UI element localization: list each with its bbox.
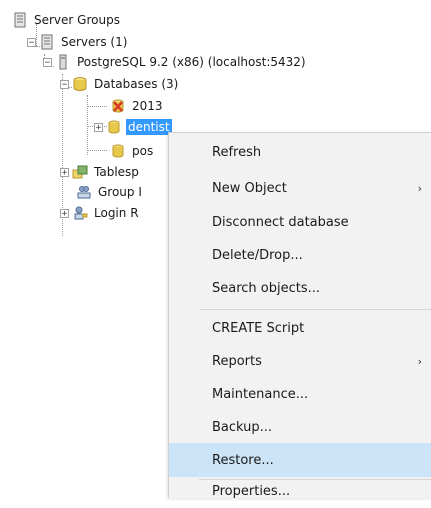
database-icon (110, 143, 126, 159)
server-group-icon (39, 34, 55, 50)
menu-label-maintenance: Maintenance... (212, 386, 309, 402)
menu-item-create-script[interactable]: CREATE Script (169, 311, 431, 345)
menu-item-refresh[interactable]: Refresh (169, 135, 431, 169)
server-icon (55, 54, 71, 70)
menu-label-disconnect-database: Disconnect database (212, 214, 349, 230)
tree-label-db-postgres: pos (132, 144, 154, 158)
server-group-icon (12, 12, 28, 28)
tree-node-tablespaces[interactable]: + Tablesp (60, 162, 141, 182)
tree-label-servers: Servers (1) (61, 35, 128, 49)
tree-label-group-roles: Group I (98, 185, 142, 199)
submenu-arrow-icon: › (417, 181, 422, 195)
menu-item-properties[interactable]: Properties... (169, 474, 431, 508)
menu-label-create-script: CREATE Script (212, 320, 305, 336)
collapse-icon[interactable]: − (60, 79, 69, 89)
menu-item-backup[interactable]: Backup... (169, 410, 431, 444)
tree-node-db-postgres[interactable]: pos (110, 141, 155, 161)
tree-label-tablespaces: Tablesp (94, 165, 139, 179)
collapse-icon[interactable]: − (43, 57, 52, 67)
expand-icon[interactable]: + (60, 208, 69, 218)
tree-line (87, 150, 107, 151)
tree-label-db-dentist: dentist (126, 119, 172, 135)
menu-item-disconnect-database[interactable]: Disconnect database (169, 205, 431, 239)
tree-node-login-roles[interactable]: + Login R (60, 203, 141, 223)
database-icon (106, 119, 122, 135)
tree-node-databases[interactable]: − Databases (3) (60, 74, 180, 94)
tree-node-db-2013[interactable]: 2013 (110, 96, 165, 116)
menu-item-reports[interactable]: Reports › (169, 344, 431, 378)
tree-label-login-roles: Login R (94, 206, 139, 220)
menu-item-new-object[interactable]: New Object › (169, 171, 431, 205)
menu-item-search-objects[interactable]: Search objects... (169, 271, 431, 305)
menu-label-search-objects: Search objects... (212, 280, 321, 296)
expand-icon[interactable]: + (60, 167, 69, 177)
menu-label-delete-drop: Delete/Drop... (212, 247, 303, 263)
tablespaces-icon (72, 164, 88, 180)
tree-label-db-2013: 2013 (132, 99, 163, 113)
login-roles-icon (72, 205, 88, 221)
tree-label-databases: Databases (3) (94, 77, 179, 91)
menu-label-new-object: New Object (212, 180, 287, 196)
database-disconnected-icon (110, 98, 126, 114)
menu-separator (199, 309, 431, 310)
collapse-icon[interactable]: − (27, 37, 36, 47)
tree-node-group-roles[interactable]: Group I (76, 182, 144, 202)
menu-label-backup: Backup... (212, 419, 273, 435)
menu-label-reports: Reports (212, 353, 262, 369)
menu-label-properties: Properties... (212, 483, 291, 499)
tree-node-servers[interactable]: − Servers (1) (27, 32, 129, 52)
tree-node-server-groups[interactable]: Server Groups (12, 10, 122, 30)
menu-item-maintenance[interactable]: Maintenance... (169, 377, 431, 411)
menu-label-restore: Restore... (212, 452, 274, 468)
tree-label-postgres-server: PostgreSQL 9.2 (x86) (localhost:5432) (77, 55, 306, 69)
menu-item-delete-drop[interactable]: Delete/Drop... (169, 238, 431, 272)
menu-item-restore[interactable]: Restore... (169, 443, 431, 477)
tree-node-postgres-server[interactable]: − PostgreSQL 9.2 (x86) (localhost:5432) (43, 52, 308, 72)
menu-label-refresh: Refresh (212, 144, 262, 160)
group-roles-icon (76, 184, 92, 200)
tree-line (87, 95, 88, 155)
tree-node-db-dentist[interactable]: + dentist (94, 117, 172, 137)
submenu-arrow-icon: › (417, 354, 422, 368)
context-menu: Refresh New Object › Disconnect database… (168, 132, 431, 499)
tree-line (87, 106, 107, 107)
databases-folder-icon (72, 76, 88, 92)
expand-icon[interactable]: + (94, 122, 103, 132)
tree-label-server-groups: Server Groups (34, 13, 120, 27)
